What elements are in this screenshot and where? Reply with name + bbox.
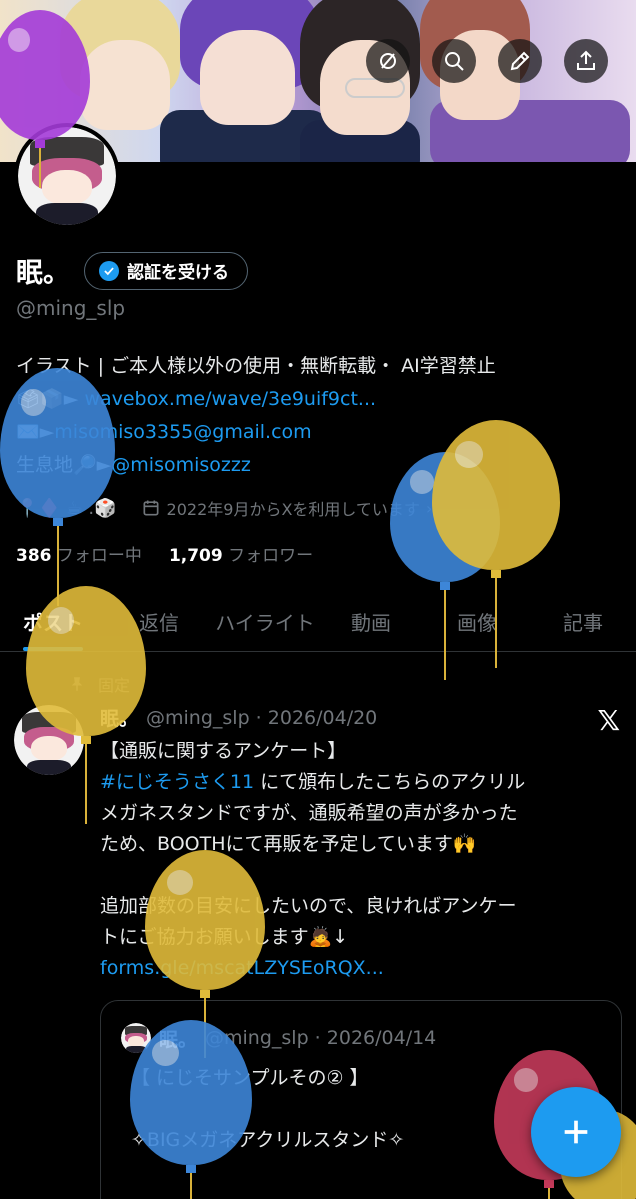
post-line: 追加部数の目安にしたいので、良ければアンケー — [100, 895, 517, 917]
followers-count: 1,709 — [168, 546, 223, 566]
tab-videos[interactable]: 動画 — [318, 592, 424, 651]
banner-art — [200, 30, 295, 125]
banner-actions — [366, 39, 608, 83]
search-button[interactable] — [432, 39, 476, 83]
followers-link[interactable]: 1,709 フォロワー — [169, 546, 313, 566]
quote-text: 【 にじそサンプルその② 】 ✧BIGメガネアクリルスタンド✧ — [131, 1063, 404, 1156]
circle-slash-icon — [380, 53, 396, 69]
quote-author: 眠。 — [159, 1028, 198, 1051]
post-line: #にじそうさく11 にて頒布したこちらのアクリル — [100, 767, 620, 798]
circle-slash-button[interactable] — [366, 39, 410, 83]
mention-link[interactable]: @misomisozzz — [111, 454, 251, 476]
bio-line: 生息地🔎►@misomisozzz — [16, 449, 626, 482]
followers-label: フォロワー — [228, 546, 314, 566]
display-name: 眠。 — [16, 258, 70, 289]
post-line: ため、BOOTHにて再販を予定しています🙌 — [100, 833, 477, 855]
plus-icon — [564, 1120, 588, 1144]
share-icon — [577, 50, 595, 70]
bio-line: イラスト | ご本人様以外の使用・無断転載・ AI学習禁止 — [16, 355, 496, 377]
location-emojis: 📍♦️ ☕ .🎲 — [16, 497, 117, 519]
following-count: 386 — [16, 546, 52, 566]
name-row: 眠。 認証を受ける — [16, 251, 248, 290]
post-line: トにご協力お願いします🙇↓ — [100, 926, 349, 948]
post-author[interactable]: 眠。 — [100, 704, 138, 731]
email-link[interactable]: misomiso3355@gmail.com — [54, 421, 311, 443]
post-header: 眠。 @ming_slp · 2026/04/20 — [100, 704, 377, 731]
profile-bio: イラスト | ご本人様以外の使用・無断転載・ AI学習禁止 🗳📦► wavebo… — [16, 350, 626, 482]
quote-avatar — [121, 1023, 151, 1053]
calendar-icon — [143, 500, 159, 516]
quote-line: 【 にじそサンプルその② 】 — [131, 1067, 369, 1089]
edit-icon — [510, 51, 530, 71]
tab-media[interactable]: 画像 — [424, 592, 530, 651]
post-avatar[interactable] — [14, 705, 84, 775]
quote-handle-date: @ming_slp · 2026/04/14 — [205, 1027, 437, 1049]
post-handle-date[interactable]: @ming_slp · 2026/04/20 — [146, 707, 377, 729]
profile-avatar[interactable] — [14, 123, 120, 229]
joined-date: 2022年9月からXを利用しています — [166, 500, 420, 519]
tab-articles[interactable]: 記事 — [530, 592, 636, 651]
hashtag-link[interactable]: #にじそうさく11 — [100, 771, 254, 793]
tab-replies[interactable]: 返信 — [106, 592, 212, 651]
bio-line: 🗳📦► wavebox.me/wave/3e9uif9ct... — [16, 383, 626, 416]
post-line: 【通販に関するアンケート】 — [100, 740, 347, 762]
get-verified-label: 認証を受ける — [127, 263, 229, 283]
pinned-indicator: 固定 — [68, 672, 130, 696]
follow-stats: 386 フォロー中 1,709 フォロワー — [16, 541, 313, 566]
chevron-right-icon[interactable]: › — [426, 499, 432, 518]
profile-handle: @ming_slp — [16, 296, 126, 320]
post-text-span: にて頒布したこちらのアクリル — [254, 771, 526, 793]
pin-icon — [71, 677, 83, 691]
x-logo-icon: 𝕏 — [597, 704, 620, 737]
search-icon — [445, 52, 464, 71]
quote-header: 眠。 @ming_slp · 2026/04/14 — [121, 1023, 436, 1053]
forms-link[interactable]: forms.gle/mscatLZYSEoRQX... — [100, 953, 620, 984]
post-line: メガネスタンドですが、通販希望の声が多かった — [100, 802, 518, 824]
verified-check-icon — [99, 260, 119, 281]
avatar-image — [14, 705, 84, 775]
get-verified-button[interactable]: 認証を受ける — [84, 251, 248, 290]
share-button[interactable] — [564, 39, 608, 83]
bio-label: 生息地🔎► — [16, 454, 112, 476]
avatar-image — [18, 127, 116, 225]
banner-art — [80, 40, 170, 130]
profile-meta: 📍♦️ ☕ .🎲 2022年9月からXを利用しています › — [16, 496, 432, 520]
pinned-label: 固定 — [98, 676, 131, 695]
edit-button[interactable] — [498, 39, 542, 83]
compose-button[interactable] — [531, 1087, 621, 1177]
tab-posts[interactable]: ポスト — [0, 592, 106, 651]
post-text: 【通販に関するアンケート】 #にじそうさく11 にて頒布したこちらのアクリル メ… — [100, 736, 620, 984]
bio-emoji: 🗳📦► — [16, 388, 79, 410]
bio-line: ✉️►misomiso3355@gmail.com — [16, 416, 626, 449]
quote-line: ✧BIGメガネアクリルスタンド✧ — [131, 1129, 405, 1151]
mail-icon: ✉️► — [16, 421, 55, 443]
tab-highlights[interactable]: ハイライト — [212, 592, 318, 651]
following-link[interactable]: 386 フォロー中 — [16, 546, 142, 566]
profile-tabs: ポスト 返信 ハイライト 動画 画像 記事 — [0, 592, 636, 652]
following-label: フォロー中 — [56, 546, 142, 566]
wavebox-link[interactable]: wavebox.me/wave/3e9uif9ct... — [84, 388, 376, 410]
